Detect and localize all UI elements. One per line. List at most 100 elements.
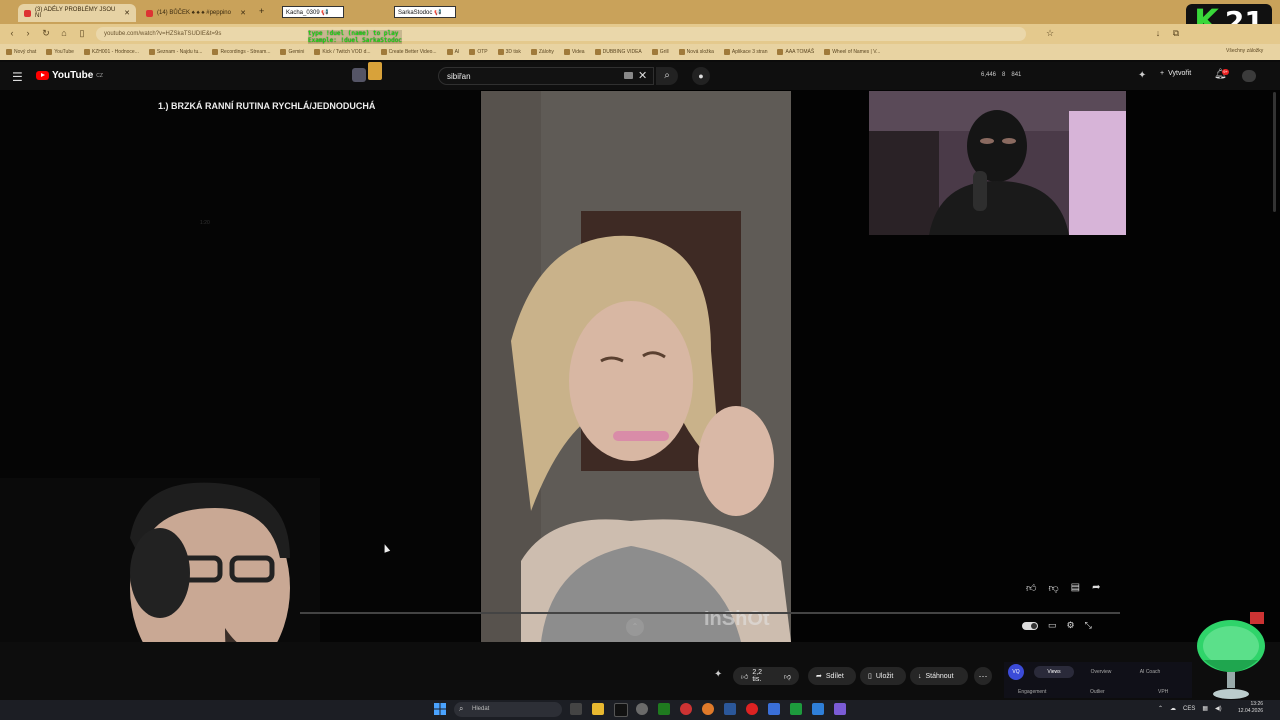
bookmark-item[interactable]: ОТР <box>469 49 488 55</box>
bookmark-item[interactable]: Create Better Video... <box>380 49 437 55</box>
close-tab-icon[interactable]: ✕ <box>240 9 246 17</box>
more-options-icon[interactable]: ⋯ <box>974 667 992 685</box>
video-frame[interactable] <box>481 91 791 642</box>
bookmark-item[interactable]: YouTube <box>46 49 74 55</box>
avatar[interactable] <box>1242 70 1256 82</box>
microphone-icon[interactable]: ● <box>692 67 710 85</box>
label-vph: VPH <box>1158 689 1169 695</box>
tab-second[interactable]: (14) BŮČEK ♠ ♠ ♠ #peppino ✕ <box>140 4 252 22</box>
bookmark-item[interactable]: Zálohy <box>530 49 554 55</box>
share-icon[interactable]: ➦ <box>1092 582 1100 594</box>
bookmark-item[interactable]: DUBBING VIDEA <box>594 49 642 55</box>
language-indicator[interactable]: CES <box>1183 706 1195 712</box>
bookmark-item[interactable]: AI <box>446 49 459 55</box>
page-scrollbar[interactable] <box>1273 92 1276 212</box>
reload-icon[interactable]: ↻ <box>40 27 52 39</box>
search-input[interactable]: sibiřan <box>438 67 654 85</box>
streamer-extension-icon <box>352 68 366 82</box>
video-frame-illustration <box>481 91 791 642</box>
bookmark-item[interactable]: Gemini <box>280 49 304 55</box>
fullscreen-icon[interactable]: ⤡ <box>1085 620 1092 631</box>
dislike-icon[interactable]: 👎︎ <box>1048 582 1058 594</box>
chevron-up-icon[interactable]: ⌃ <box>1158 705 1163 712</box>
video-title: 1.) BRZKÁ RANNÍ RUTINA RYCHLÁ/JEDNODUCHÁ <box>158 101 376 111</box>
like-icon[interactable]: 👍︎ <box>1026 582 1036 594</box>
bookmark-item[interactable]: KZH001 - Hodnoce... <box>83 49 139 55</box>
home-icon[interactable]: ⌂ <box>58 27 70 39</box>
captions-icon[interactable]: ▭ <box>1048 620 1057 631</box>
bookmark-item[interactable]: Grill <box>651 49 669 55</box>
bookmark-item[interactable]: Videa <box>563 49 585 55</box>
word-icon[interactable] <box>724 703 736 715</box>
autoplay-toggle[interactable] <box>1022 621 1038 630</box>
app-icon[interactable] <box>680 703 692 715</box>
tiktok-icon[interactable] <box>614 703 628 717</box>
task-view-icon[interactable] <box>570 703 582 715</box>
xbox-icon[interactable] <box>658 703 670 715</box>
create-button[interactable]: + Vytvořit <box>1160 70 1191 77</box>
trophy-cup-icon <box>1194 612 1272 704</box>
bookmark-item[interactable]: Aplikace 3 stran <box>723 49 767 55</box>
bookmark-star-icon[interactable]: ☆ <box>1044 27 1056 39</box>
bookmark-item[interactable]: Wheel of Names | V... <box>824 49 880 55</box>
like-button[interactable]: 👍︎ 2,2 tis. 👎︎ <box>733 667 799 685</box>
bookmark-item[interactable]: 3D tisk <box>497 49 521 55</box>
extensions-icon[interactable]: ⧉ <box>1170 27 1182 39</box>
bookmark-item[interactable]: Kick / Twitch VOD d... <box>314 49 371 55</box>
label-outlier: Outlier <box>1090 689 1105 695</box>
bookmark-item[interactable]: AAA TOMÁŠ <box>777 49 814 55</box>
share-icon: ➦ <box>816 673 822 680</box>
discord-icon[interactable] <box>834 703 846 715</box>
hamburger-menu-icon[interactable]: ☰ <box>12 70 23 84</box>
forward-icon[interactable]: › <box>22 27 34 39</box>
comment-icon[interactable]: ▤ <box>1071 582 1080 594</box>
player-settings-controls: ▭ ⚙ ⤡ <box>1022 620 1092 631</box>
download-icon[interactable]: ↓ <box>1152 27 1164 39</box>
region-label: CZ <box>96 72 103 79</box>
thumbs-down-icon[interactable]: 👎︎ <box>784 672 791 681</box>
back-icon[interactable]: ‹ <box>6 27 18 39</box>
all-bookmarks-link[interactable]: Všechny záložky <box>1226 48 1263 54</box>
save-button[interactable]: ▯ Uložit <box>860 667 906 685</box>
url-field[interactable]: youtube.com/watch?v=HZSkaTSUDIE&t=9s <box>96 27 1026 41</box>
file-explorer-icon[interactable] <box>592 703 604 715</box>
bookmark-item[interactable]: Recordings - Stream... <box>212 49 270 55</box>
youtube-favicon-icon <box>146 9 153 17</box>
clear-search-icon[interactable]: ✕ <box>638 69 647 82</box>
youtube-logo[interactable]: YouTube CZ <box>36 70 103 81</box>
volume-icon[interactable]: ◀) <box>1215 705 1222 712</box>
keyboard-icon[interactable] <box>624 72 633 79</box>
close-tab-icon[interactable]: ✕ <box>124 9 130 17</box>
bookmark-item[interactable]: Seznam - Najdu tu... <box>148 49 202 55</box>
chrome-icon[interactable] <box>702 703 714 715</box>
app-blue-icon[interactable] <box>812 703 824 715</box>
sidebar-toggle-icon[interactable]: ▯ <box>76 27 88 39</box>
chatgpt-icon[interactable] <box>636 703 648 715</box>
chevron-up-icon[interactable]: ⌃ <box>626 618 644 636</box>
gear-icon[interactable]: ⚙ <box>1067 620 1075 631</box>
tab-active[interactable]: (3) ADÉLY PROBLÉMY JSOU NI ✕ <box>18 4 136 22</box>
media-player-icon[interactable] <box>790 703 802 715</box>
download-button[interactable]: ↓ Stáhnout <box>910 667 968 685</box>
tab-views[interactable]: Views <box>1034 666 1074 678</box>
opera-icon[interactable] <box>746 703 758 715</box>
tab-ai-coach[interactable]: AI Coach <box>1128 666 1172 678</box>
document-icon[interactable] <box>768 703 780 715</box>
taskbar-search-input[interactable]: Hledat <box>454 702 562 717</box>
bookmark-item[interactable]: Nová složka <box>678 49 714 55</box>
cloud-icon[interactable]: ☁ <box>1170 705 1176 712</box>
windows-start-icon[interactable] <box>434 703 446 715</box>
extension-tool-icon[interactable]: ✦ <box>1138 70 1146 81</box>
chat-command-line: type !duel (name) to play <box>308 30 402 37</box>
share-button[interactable]: ➦ Sdílet <box>808 667 856 685</box>
search-button[interactable]: ⌕ <box>656 67 678 85</box>
taskbar-clock[interactable]: 13:26 12.04.2026 <box>1238 701 1263 715</box>
overlay-badge-1: Kacha_0309 📢 <box>282 6 344 18</box>
bookmark-item[interactable]: Nový chat <box>6 49 36 55</box>
magic-icon[interactable]: ✦ <box>714 669 722 680</box>
progress-bar[interactable] <box>300 612 1120 614</box>
new-tab-icon[interactable]: + <box>259 6 264 16</box>
tab-overview[interactable]: Overview <box>1080 666 1122 678</box>
plus-icon: + <box>1160 70 1165 77</box>
network-icon[interactable]: ▦ <box>1202 705 1208 712</box>
